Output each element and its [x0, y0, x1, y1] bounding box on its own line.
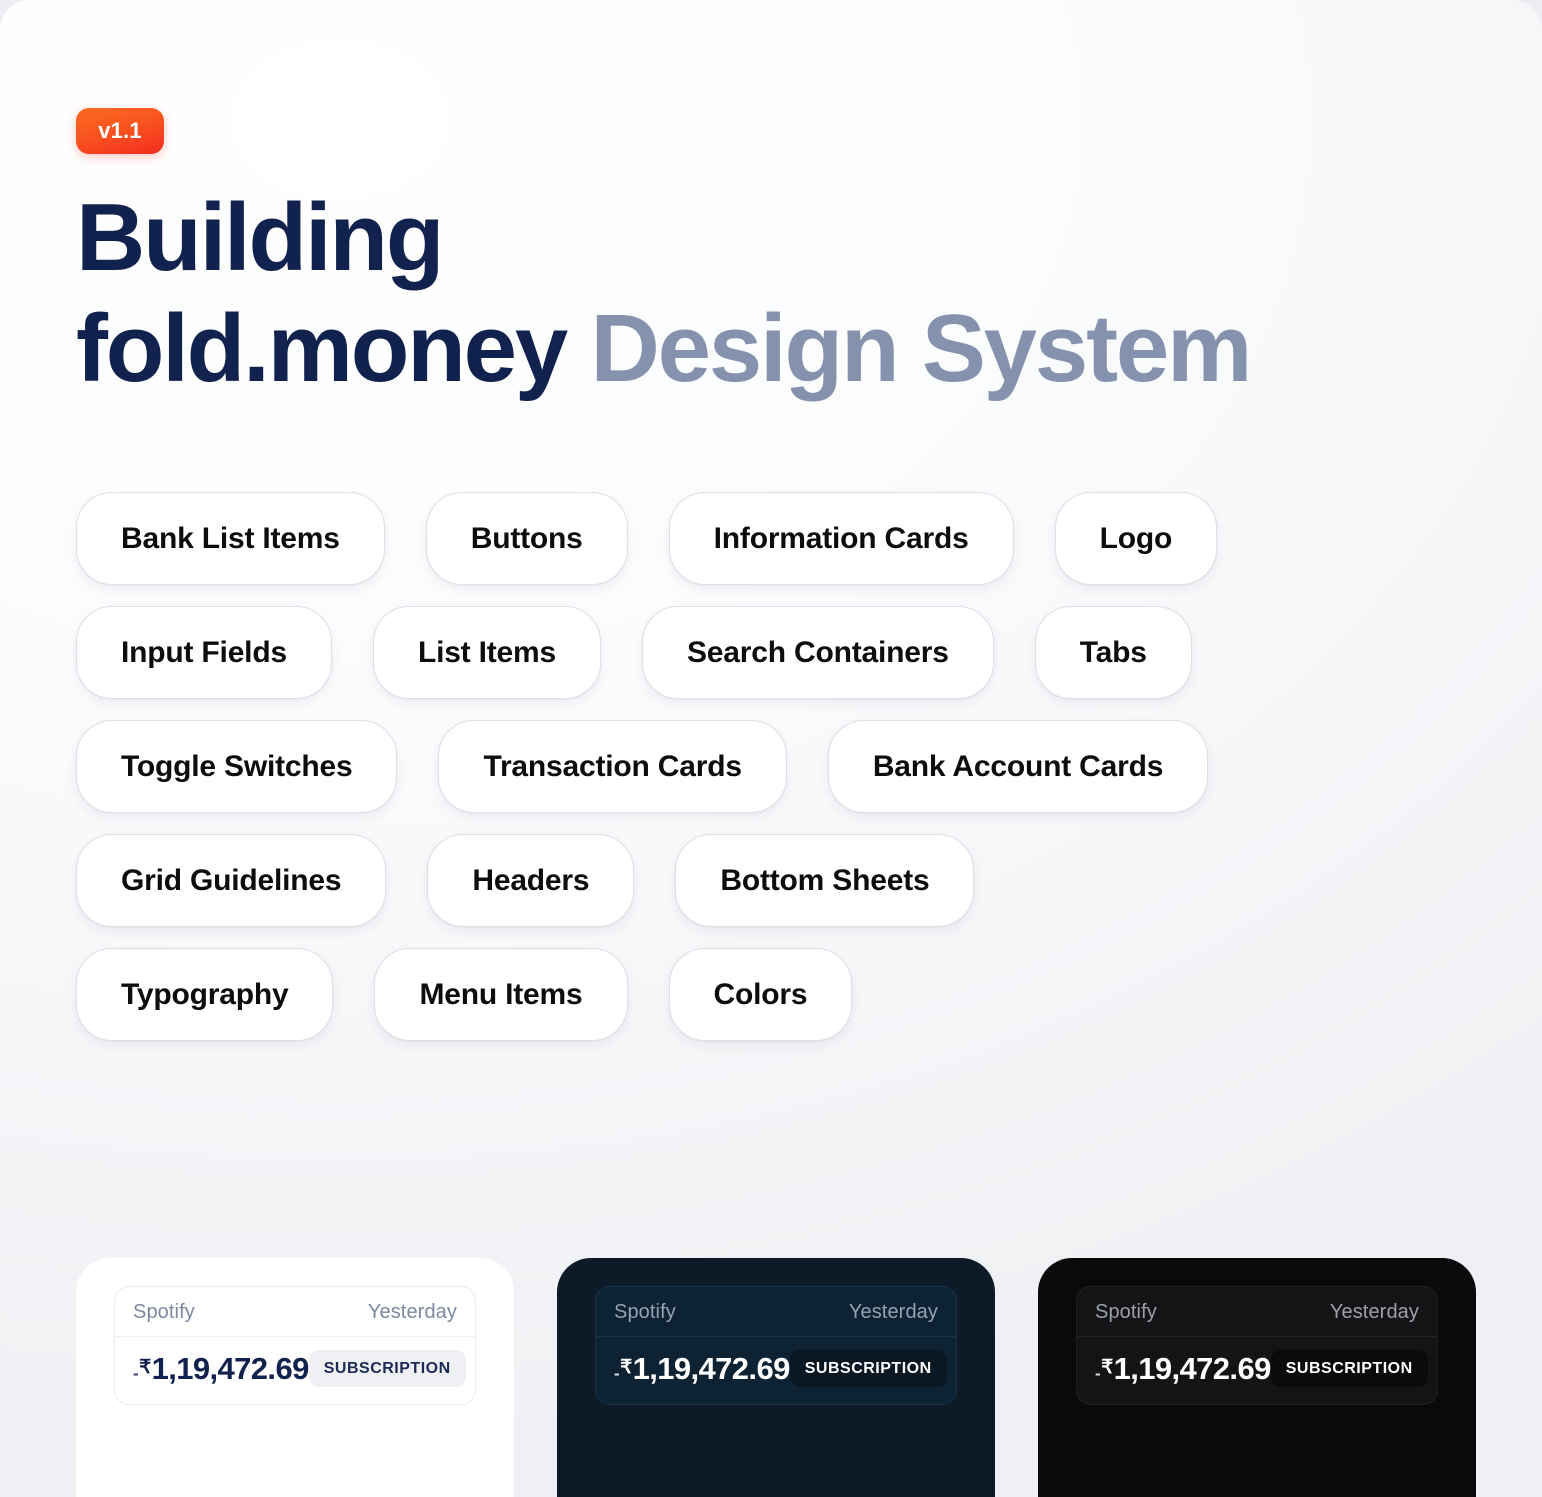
transaction-header: Spotify Yesterday [115, 1287, 475, 1337]
transaction-body: - ₹1,19,472.69 SUBSCRIPTION [596, 1337, 956, 1404]
transaction-header: Spotify Yesterday [1077, 1287, 1437, 1337]
showcase-card-light: Spotify Yesterday - ₹1,19,472.69 SUBSCRIPTIO… [76, 1258, 514, 1497]
pill-toggle-switches[interactable]: Toggle Switches [76, 720, 398, 813]
component-pill-grid: Bank List Items Buttons Information Cards L… [76, 492, 1476, 1041]
amount-value: 1,19,472.69 [632, 1350, 791, 1386]
transaction-card-showcase: Spotify Yesterday - ₹1,19,472.69 SUBSCRIPTIO… [76, 1258, 1476, 1497]
pill-bank-list-items[interactable]: Bank List Items [76, 492, 385, 585]
showcase-card-navy: Spotify Yesterday - ₹1,19,472.69 SUBSCRIPTIO… [557, 1258, 995, 1497]
pill-row-4: Grid Guidelines Headers Bottom Sheets [76, 834, 1476, 927]
title-muted: Design System [590, 295, 1253, 403]
merchant-label: Spotify [1095, 1301, 1157, 1323]
showcase-card-black: Spotify Yesterday - ₹1,19,472.69 SUBSCRIPTIO… [1038, 1258, 1476, 1497]
pill-menu-items[interactable]: Menu Items [374, 948, 628, 1041]
version-badge: v1.1 [76, 108, 164, 154]
title-line-building: Building [76, 184, 445, 291]
rupee-currency-icon: ₹ [139, 1356, 151, 1378]
transaction-body: - ₹1,19,472.69 SUBSCRIPTION [1077, 1337, 1437, 1404]
rupee-currency-icon: ₹ [1101, 1356, 1113, 1378]
category-badge: SUBSCRIPTION [1270, 1350, 1428, 1387]
transaction-card[interactable]: Spotify Yesterday - ₹1,19,472.69 SUBSCRIPTIO… [114, 1286, 476, 1405]
pill-bank-account-cards[interactable]: Bank Account Cards [827, 720, 1209, 813]
page-title: Building fold.money Design System [76, 182, 1416, 405]
transaction-amount: - ₹1,19,472.69 [1095, 1351, 1271, 1387]
merchant-label: Spotify [614, 1301, 676, 1323]
pill-logo[interactable]: Logo [1054, 492, 1218, 585]
title-brand: fold.money [76, 295, 568, 403]
pill-row-5: Typography Menu Items Colors [76, 948, 1476, 1041]
pill-row-1: Bank List Items Buttons Information Cards L… [76, 492, 1476, 585]
transaction-amount: - ₹1,19,472.69 [133, 1351, 309, 1387]
pill-row-2: Input Fields List Items Search Containers T… [76, 606, 1476, 699]
category-badge: SUBSCRIPTION [789, 1350, 947, 1387]
pill-headers[interactable]: Headers [427, 834, 635, 927]
title-line-two: fold.money Design System [76, 293, 1416, 404]
pill-transaction-cards[interactable]: Transaction Cards [438, 720, 787, 813]
amount-value: 1,19,472.69 [1113, 1350, 1272, 1386]
amount-sign: - [133, 1363, 139, 1383]
amount-sign: - [1095, 1363, 1101, 1383]
transaction-body: - ₹1,19,472.69 SUBSCRIPTION [115, 1337, 475, 1404]
transaction-card[interactable]: Spotify Yesterday - ₹1,19,472.69 SUBSCRIPTIO… [595, 1286, 957, 1405]
pill-colors[interactable]: Colors [668, 948, 853, 1041]
pill-buttons[interactable]: Buttons [425, 492, 628, 585]
pill-search-containers[interactable]: Search Containers [641, 606, 994, 699]
pill-tabs[interactable]: Tabs [1034, 606, 1192, 699]
transaction-card[interactable]: Spotify Yesterday - ₹1,19,472.69 SUBSCRIPTIO… [1076, 1286, 1438, 1405]
pill-row-3: Toggle Switches Transaction Cards Bank Acc… [76, 720, 1476, 813]
transaction-amount: - ₹1,19,472.69 [614, 1351, 790, 1387]
transaction-header: Spotify Yesterday [596, 1287, 956, 1337]
merchant-label: Spotify [133, 1301, 195, 1323]
pill-information-cards[interactable]: Information Cards [668, 492, 1014, 585]
rupee-currency-icon: ₹ [620, 1356, 632, 1378]
pill-typography[interactable]: Typography [76, 948, 334, 1041]
pill-list-items[interactable]: List Items [372, 606, 601, 699]
transaction-date: Yesterday [1329, 1301, 1419, 1323]
design-system-cover: v1.1 Building fold.money Design System B… [0, 0, 1542, 1497]
transaction-date: Yesterday [848, 1301, 938, 1323]
transaction-date: Yesterday [367, 1301, 457, 1323]
amount-sign: - [614, 1363, 620, 1383]
pill-bottom-sheets[interactable]: Bottom Sheets [675, 834, 975, 927]
pill-grid-guidelines[interactable]: Grid Guidelines [76, 834, 387, 927]
amount-value: 1,19,472.69 [151, 1350, 310, 1386]
version-badge-row: v1.1 [76, 108, 164, 154]
pill-input-fields[interactable]: Input Fields [76, 606, 332, 699]
category-badge: SUBSCRIPTION [308, 1350, 466, 1387]
